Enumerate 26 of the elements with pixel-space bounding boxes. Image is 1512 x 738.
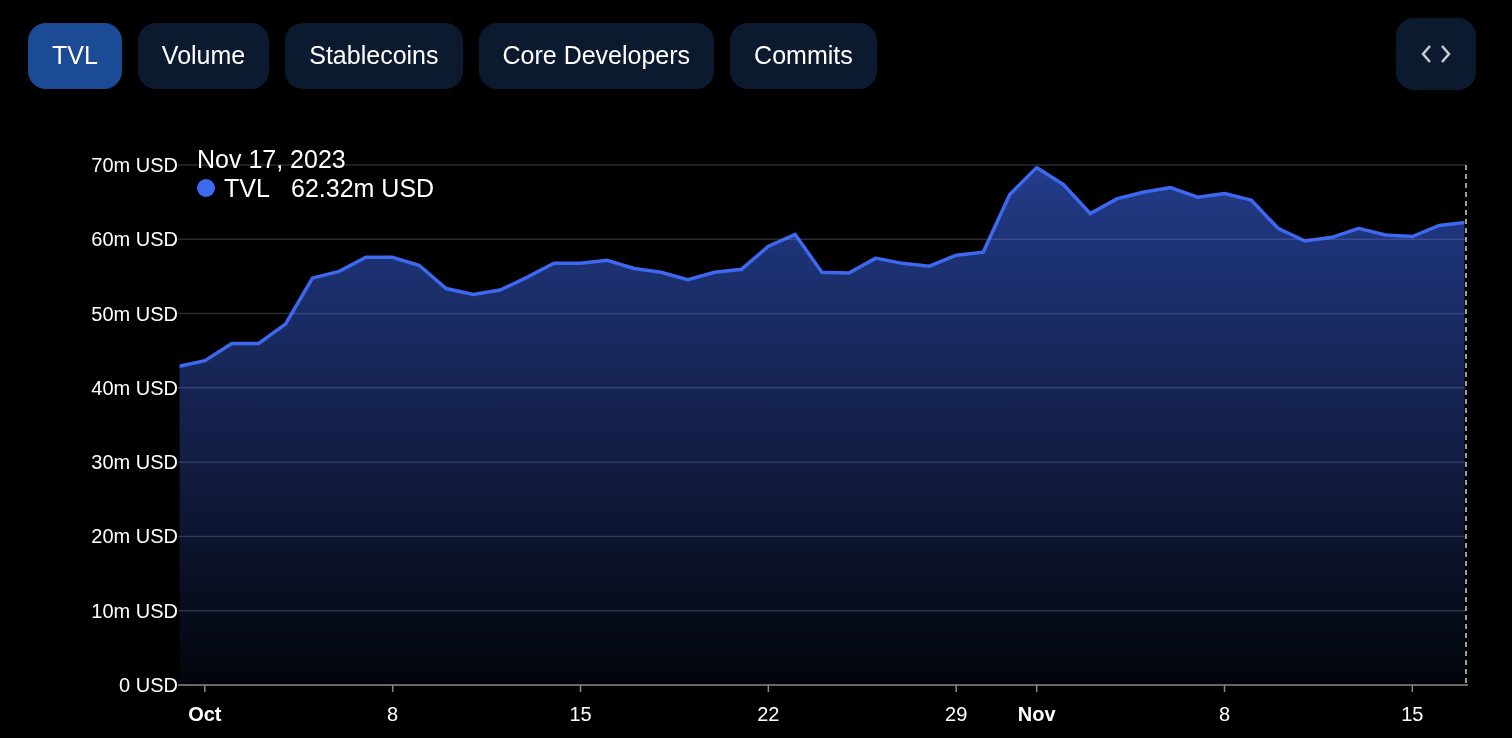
x-axis-label: Oct	[188, 703, 222, 725]
chart-tab[interactable]: Stablecoins	[285, 23, 463, 89]
x-axis-label: 8	[387, 703, 399, 725]
x-axis-label: Nov	[1017, 703, 1056, 725]
tooltip-value: 62.32m USD	[291, 174, 435, 202]
chart-tab[interactable]: Volume	[137, 23, 270, 89]
y-axis-label: 70m USD	[91, 154, 178, 176]
x-axis-label: 29	[945, 703, 968, 725]
x-axis-label: 15	[569, 703, 592, 725]
x-axis-label: 15	[1401, 703, 1424, 725]
y-axis-label: 50m USD	[91, 302, 178, 325]
tooltip-date: Nov 17, 2023	[197, 145, 346, 173]
y-axis-label: 40m USD	[91, 376, 178, 399]
chart-tab[interactable]: Core Developers	[478, 23, 715, 89]
chart-tab[interactable]: Commits	[730, 23, 877, 89]
y-axis-label: 10m USD	[91, 599, 178, 622]
embed-button[interactable]	[1396, 18, 1476, 90]
tooltip-series: TVL	[224, 174, 270, 202]
chart-tab[interactable]: TVL	[28, 23, 122, 89]
y-axis-label: 0 USD	[119, 674, 178, 696]
y-axis-label: 30m USD	[91, 451, 178, 474]
code-icon	[1421, 44, 1451, 64]
y-axis-label: 20m USD	[91, 525, 178, 548]
x-axis-label: 22	[757, 703, 780, 725]
x-axis-label: 8	[1218, 703, 1231, 725]
y-axis-label: 60m USD	[91, 228, 178, 251]
